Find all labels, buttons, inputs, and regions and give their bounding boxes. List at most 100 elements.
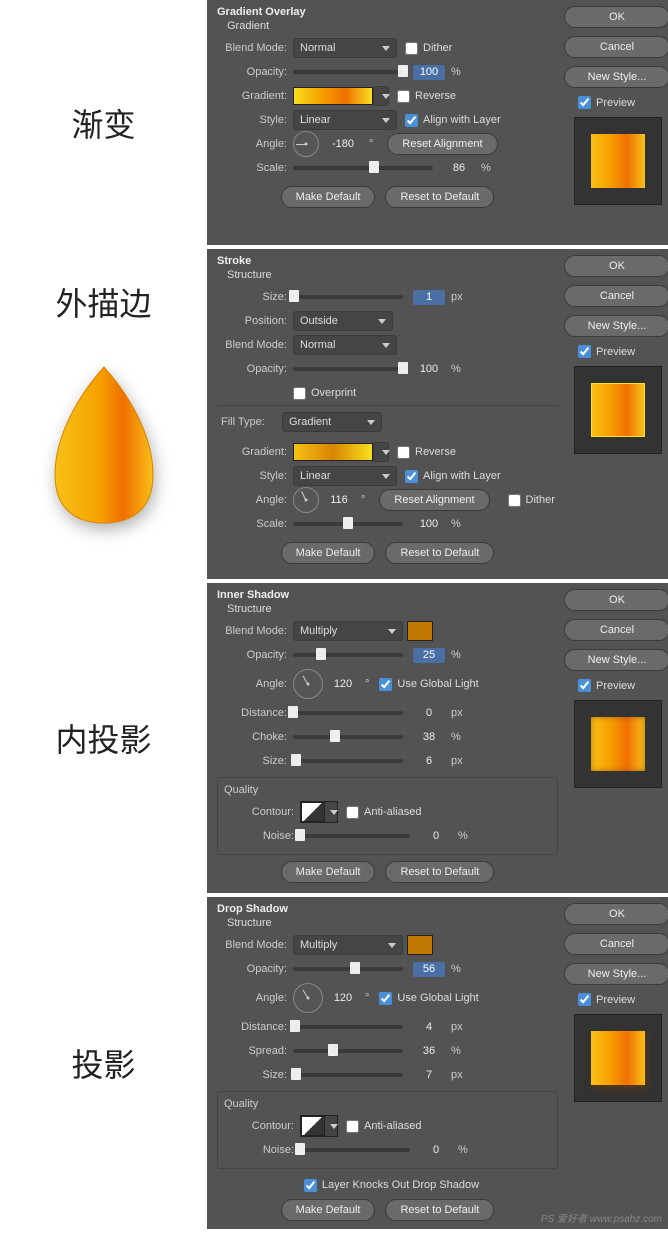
angle-dial[interactable] [293,669,323,699]
overprint-checkbox[interactable] [293,387,306,400]
ok-button[interactable]: OK [564,589,668,611]
scale-input[interactable]: 100 [413,517,445,532]
global-light-checkbox[interactable] [379,992,392,1005]
style-select[interactable]: Linear [293,466,397,486]
dither-checkbox[interactable] [508,494,521,507]
reverse-checkbox[interactable] [397,446,410,459]
blend-mode-select[interactable]: Multiply [293,935,403,955]
opacity-input[interactable]: 56 [413,962,445,977]
spread-slider[interactable] [293,1049,403,1053]
contour-swatch[interactable] [301,802,325,822]
angle-input[interactable]: 120 [327,677,359,692]
global-light-checkbox[interactable] [379,678,392,691]
noise-input[interactable]: 0 [420,1143,452,1158]
angle-dial[interactable] [293,131,319,157]
new-style-button[interactable]: New Style... [564,66,668,88]
reset-alignment-button[interactable]: Reset Alignment [387,133,497,155]
size-slider[interactable] [293,759,403,763]
label-contour: Contour: [224,1120,294,1132]
choke-input[interactable]: 38 [413,730,445,745]
preview-thumbnail [574,1014,662,1102]
opacity-input[interactable]: 100 [413,362,445,377]
knockout-checkbox[interactable] [304,1179,317,1192]
filltype-select[interactable]: Gradient [282,412,382,432]
reset-default-button[interactable]: Reset to Default [385,861,494,883]
size-slider[interactable] [293,295,403,299]
noise-slider[interactable] [300,1148,410,1152]
new-style-button[interactable]: New Style... [564,649,668,671]
blend-mode-select[interactable]: Normal [293,335,397,355]
opacity-input[interactable]: 25 [413,648,445,663]
label-blendmode: Blend Mode: [217,939,287,951]
size-input[interactable]: 7 [413,1068,445,1083]
opacity-input[interactable]: 100 [413,65,445,80]
contour-swatch[interactable] [301,1116,325,1136]
make-default-button[interactable]: Make Default [281,861,376,883]
distance-input[interactable]: 4 [413,1020,445,1035]
align-checkbox[interactable] [405,470,418,483]
distance-input[interactable]: 0 [413,706,445,721]
choke-slider[interactable] [293,735,403,739]
opacity-slider[interactable] [293,967,403,971]
size-input[interactable]: 6 [413,754,445,769]
opacity-slider[interactable] [293,653,403,657]
angle-input[interactable]: -180 [323,137,363,152]
align-checkbox[interactable] [405,114,418,127]
color-swatch[interactable] [407,621,433,641]
preview-checkbox[interactable] [578,679,591,692]
reset-default-button[interactable]: Reset to Default [385,542,494,564]
cancel-button[interactable]: Cancel [564,36,668,58]
style-select[interactable]: Linear [293,110,397,130]
dither-checkbox[interactable] [405,42,418,55]
color-swatch[interactable] [407,935,433,955]
cancel-button[interactable]: Cancel [564,933,668,955]
ok-button[interactable]: OK [564,6,668,28]
make-default-button[interactable]: Make Default [281,542,376,564]
preview-checkbox[interactable] [578,345,591,358]
make-default-button[interactable]: Make Default [281,1199,376,1221]
contour-menu[interactable] [325,1116,337,1136]
contour-menu[interactable] [325,802,337,822]
gradient-menu[interactable] [373,442,389,462]
ok-button[interactable]: OK [564,255,668,277]
cancel-button[interactable]: Cancel [564,619,668,641]
reset-alignment-button[interactable]: Reset Alignment [379,489,489,511]
size-input[interactable]: 1 [413,290,445,305]
position-select[interactable]: Outside [293,311,393,331]
gradient-menu[interactable] [373,86,389,106]
angle-dial[interactable] [293,487,319,513]
gradient-swatch[interactable] [293,87,373,105]
distance-slider[interactable] [293,711,403,715]
reset-default-button[interactable]: Reset to Default [385,186,494,208]
size-slider[interactable] [293,1073,403,1077]
spread-input[interactable]: 36 [413,1044,445,1059]
angle-input[interactable]: 120 [327,991,359,1006]
preview-checkbox[interactable] [578,96,591,109]
preview-checkbox[interactable] [578,993,591,1006]
ok-button[interactable]: OK [564,903,668,925]
scale-slider[interactable] [293,522,403,526]
new-style-button[interactable]: New Style... [564,315,668,337]
antialiased-label: Anti-aliased [364,1120,421,1132]
noise-input[interactable]: 0 [420,829,452,844]
gradient-swatch[interactable] [293,443,373,461]
angle-dial[interactable] [293,983,323,1013]
blend-mode-select[interactable]: Normal [293,38,397,58]
reset-default-button[interactable]: Reset to Default [385,1199,494,1221]
cancel-button[interactable]: Cancel [564,285,668,307]
blend-mode-select[interactable]: Multiply [293,621,403,641]
angle-input[interactable]: 116 [323,493,355,508]
label-gradient: Gradient: [217,446,287,458]
scale-input[interactable]: 86 [443,161,475,176]
distance-slider[interactable] [293,1025,403,1029]
antialiased-checkbox[interactable] [346,1120,359,1133]
opacity-slider[interactable] [293,367,403,371]
make-default-button[interactable]: Make Default [281,186,376,208]
antialiased-checkbox[interactable] [346,806,359,819]
reverse-checkbox[interactable] [397,90,410,103]
scale-slider[interactable] [293,166,433,170]
noise-slider[interactable] [300,834,410,838]
new-style-button[interactable]: New Style... [564,963,668,985]
chevron-down-icon [388,629,396,634]
opacity-slider[interactable] [293,70,403,74]
